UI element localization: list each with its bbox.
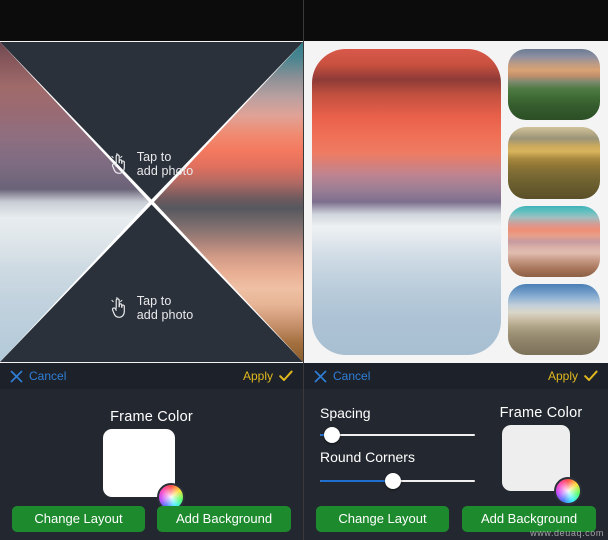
x-collage-frame: Tap to add photo Tap to add photo — [0, 42, 303, 362]
right-controls-pane: Spacing Round Corners Frame Color Change… — [304, 389, 608, 540]
add-background-button[interactable]: Add Background — [462, 506, 596, 532]
round-corners-label: Round Corners — [320, 449, 415, 465]
apply-label: Apply — [547, 369, 578, 383]
collage-tile-stone-arch-beach-sunset[interactable] — [508, 205, 600, 277]
close-x-icon — [314, 370, 327, 382]
left-status-bar — [0, 0, 303, 41]
apply-label: Apply — [242, 369, 273, 383]
app-screenshot: Tap to add photo Tap to add photo Cancel… — [0, 0, 608, 540]
right-panel: Cancel Apply Spacing Round Corners Frame… — [304, 0, 608, 540]
round-corners-slider[interactable] — [320, 473, 475, 489]
left-panel: Tap to add photo Tap to add photo Cancel… — [0, 0, 304, 540]
apply-button[interactable]: Apply — [548, 369, 598, 383]
frame-color-title: Frame Color — [110, 409, 193, 425]
color-wheel-icon[interactable] — [554, 477, 582, 505]
left-button-row: Change Layout Add Background — [0, 506, 303, 532]
right-toolbar: Cancel Apply — [304, 363, 608, 389]
cancel-label: Cancel — [29, 369, 67, 383]
spacing-label: Spacing — [320, 405, 371, 421]
cancel-button[interactable]: Cancel — [10, 369, 66, 383]
round-corners-slider-knob[interactable] — [385, 473, 402, 489]
collage-tile-abandoned-boat-in-green-field[interactable] — [508, 49, 600, 121]
right-status-bar — [304, 0, 608, 41]
grid-collage — [304, 41, 608, 363]
change-layout-button[interactable]: Change Layout — [12, 506, 145, 532]
spacing-slider-track — [320, 434, 475, 436]
add-background-button[interactable]: Add Background — [157, 506, 291, 532]
round-corners-slider-fill — [320, 480, 394, 482]
cancel-label: Cancel — [333, 369, 371, 383]
left-collage-canvas[interactable]: Tap to add photo Tap to add photo — [0, 41, 303, 363]
collage-thumb-column — [508, 49, 600, 355]
collage-tile-large-red-sky-over-ice-lake[interactable] — [312, 49, 501, 355]
collage-tile-railroad-tracks-to-horizon[interactable] — [508, 283, 600, 355]
spacing-slider-knob[interactable] — [324, 427, 341, 443]
cancel-button[interactable]: Cancel — [314, 369, 370, 383]
collage-tile-golden-rocky-hills[interactable] — [508, 127, 600, 199]
left-controls-pane: Frame Color Change Layout Add Background — [0, 389, 303, 540]
checkmark-icon — [279, 370, 293, 381]
checkmark-icon — [584, 370, 598, 381]
frame-color-title: Frame Color — [499, 405, 583, 421]
change-layout-button[interactable]: Change Layout — [316, 506, 449, 532]
spacing-slider[interactable] — [320, 427, 475, 443]
right-button-row: Change Layout Add Background — [304, 506, 608, 532]
x-collage: Tap to add photo Tap to add photo — [0, 41, 303, 363]
close-x-icon — [10, 370, 23, 382]
apply-button[interactable]: Apply — [243, 369, 293, 383]
right-collage-canvas[interactable] — [304, 41, 608, 363]
left-toolbar: Cancel Apply — [0, 363, 303, 389]
